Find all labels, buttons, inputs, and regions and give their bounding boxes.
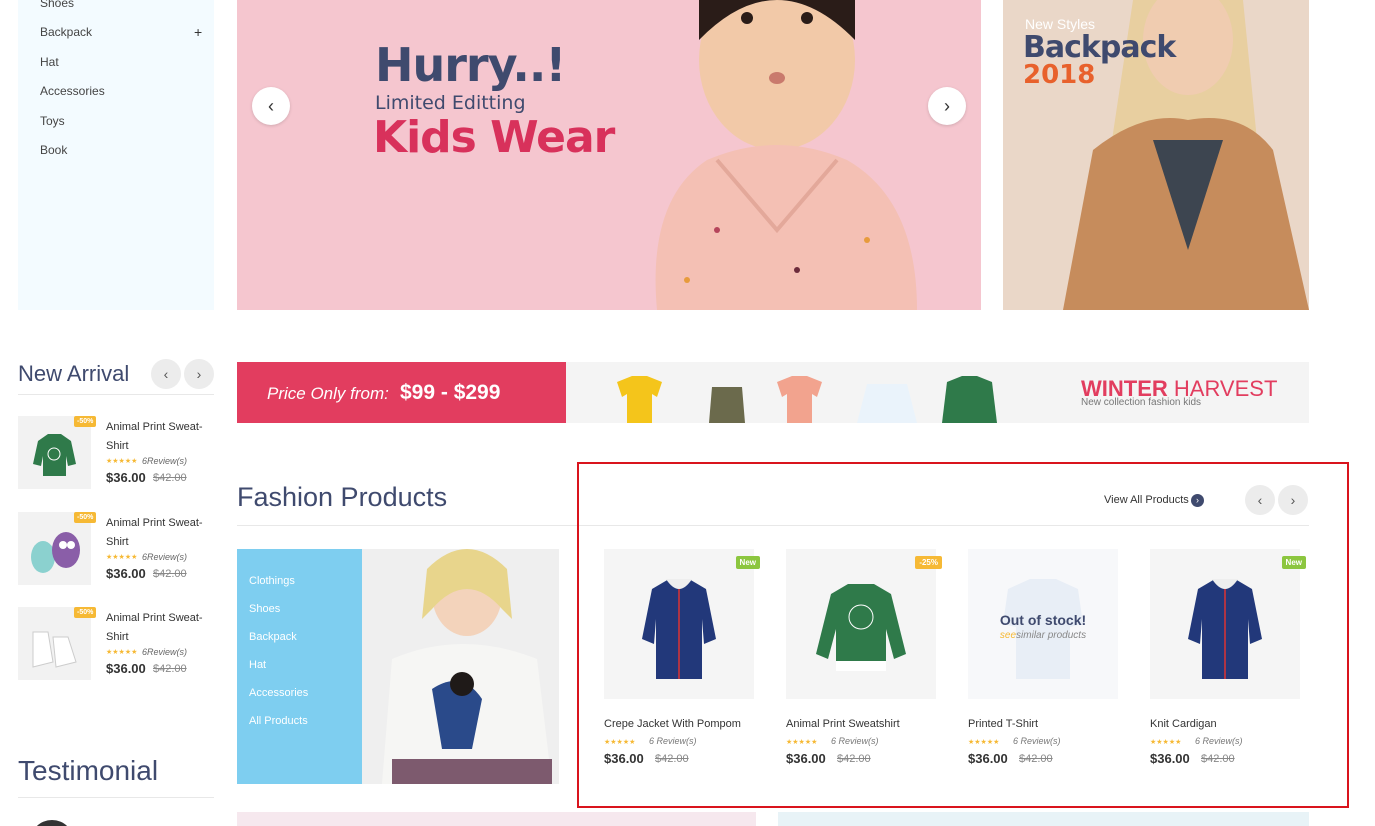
category-label: Hat bbox=[40, 55, 59, 69]
promo-price-range: $99 - $299 bbox=[400, 381, 501, 404]
testimonial-title: Testimonial bbox=[18, 755, 159, 786]
divider bbox=[18, 394, 214, 395]
category-item-book[interactable]: Book bbox=[40, 143, 67, 157]
old-price: $42.00 bbox=[153, 568, 187, 580]
fashion-category-hat[interactable]: Hat bbox=[249, 659, 266, 671]
category-label: Book bbox=[40, 143, 68, 157]
category-label: Toys bbox=[40, 114, 65, 128]
discount-badge: -50% bbox=[74, 512, 97, 523]
old-price: $42.00 bbox=[153, 472, 187, 484]
discount-badge: -50% bbox=[74, 607, 97, 618]
promo-label: Price Only from: bbox=[267, 384, 389, 403]
category-label: Accessories bbox=[40, 84, 105, 98]
bottom-banner-left[interactable] bbox=[237, 812, 756, 826]
selection-highlight-box bbox=[577, 462, 1349, 808]
new-arrival-item[interactable]: -50% Animal Print Sweat-Shirt ★★★★★ 6Rev… bbox=[18, 607, 214, 681]
banner-year: 2018 bbox=[1023, 60, 1096, 90]
category-item-accessories[interactable]: Accessories bbox=[40, 84, 105, 98]
chevron-left-icon: ‹ bbox=[163, 366, 169, 382]
product-name[interactable]: Animal Print Sweat-Shirt bbox=[106, 418, 214, 456]
review-count: 6Review(s) bbox=[142, 456, 188, 466]
star-rating-icon: ★★★★★ bbox=[106, 458, 138, 465]
promo-subtitle: New collection fashion kids bbox=[1081, 397, 1202, 408]
promo-price-panel: Price Only from: $99 - $299 bbox=[237, 362, 566, 423]
hero-title: Kids Wear bbox=[373, 112, 615, 163]
product-name[interactable]: Animal Print Sweat-Shirt bbox=[106, 609, 214, 647]
fashion-category-clothings[interactable]: Clothings bbox=[249, 575, 295, 587]
hero-slider[interactable]: Hurry..! Limited Editting Kids Wear ‹ › bbox=[237, 0, 981, 310]
avatar bbox=[30, 820, 74, 826]
new-arrival-title: New Arrival bbox=[18, 361, 130, 386]
review-count: 6Review(s) bbox=[142, 552, 188, 562]
new-arrival-prev-button[interactable]: ‹ bbox=[151, 359, 181, 389]
price-promo-banner[interactable]: Price Only from: $99 - $299 WINTER HARVE… bbox=[237, 362, 1309, 423]
category-label: Backpack bbox=[40, 25, 93, 39]
hero-prev-button[interactable]: ‹ bbox=[252, 87, 290, 125]
chevron-right-icon: › bbox=[944, 95, 950, 116]
fashion-category-list: Clothings Shoes Backpack Hat Accessories… bbox=[237, 549, 362, 784]
hero-subheadline: Limited Editting bbox=[375, 92, 526, 114]
category-sidebar: Shoes Backpack + Hat Accessories Toys Boo… bbox=[18, 0, 214, 310]
category-item-hat[interactable]: Hat bbox=[40, 55, 59, 69]
bottom-banner-right[interactable] bbox=[778, 812, 1309, 826]
fashion-products-title: Fashion Products bbox=[237, 482, 448, 512]
hero-next-button[interactable]: › bbox=[928, 87, 966, 125]
old-price: $42.00 bbox=[153, 663, 187, 675]
hero-headline: Hurry..! bbox=[375, 38, 566, 92]
product-name[interactable]: Animal Print Sweat-Shirt bbox=[106, 514, 214, 552]
review-count: 6Review(s) bbox=[142, 647, 188, 657]
category-label: Shoes bbox=[40, 0, 75, 10]
fashion-category-all-products[interactable]: All Products bbox=[249, 715, 308, 727]
fashion-feature-image[interactable] bbox=[362, 549, 559, 784]
category-item-shoes[interactable]: Shoes bbox=[40, 0, 74, 10]
new-arrival-item[interactable]: -50% Animal Print Sweat-Shirt ★★★★★ 6Rev… bbox=[18, 512, 214, 586]
category-item-backpack[interactable]: Backpack + bbox=[40, 24, 202, 40]
fashion-category-shoes[interactable]: Shoes bbox=[249, 603, 280, 615]
product-price: $36.00 bbox=[106, 470, 146, 485]
category-item-toys[interactable]: Toys bbox=[40, 114, 65, 128]
fashion-category-backpack[interactable]: Backpack bbox=[249, 631, 297, 643]
divider bbox=[18, 797, 214, 798]
product-price: $36.00 bbox=[106, 566, 146, 581]
chevron-left-icon: ‹ bbox=[268, 95, 274, 116]
hero-girl-image bbox=[655, 0, 917, 310]
clothes-hanger-image bbox=[617, 376, 997, 423]
star-rating-icon: ★★★★★ bbox=[106, 649, 138, 656]
backpack-banner[interactable]: New Styles Backpack 2018 bbox=[1003, 0, 1309, 310]
new-arrival-item[interactable]: -50% Animal Print Sweat-Shirt ★★★★★ 6Rev… bbox=[18, 416, 214, 490]
expand-plus-icon[interactable]: + bbox=[194, 24, 202, 40]
discount-badge: -50% bbox=[74, 416, 97, 427]
star-rating-icon: ★★★★★ bbox=[106, 554, 138, 561]
chevron-right-icon: › bbox=[196, 366, 202, 382]
new-arrival-next-button[interactable]: › bbox=[184, 359, 214, 389]
product-price: $36.00 bbox=[106, 661, 146, 676]
fashion-category-accessories[interactable]: Accessories bbox=[249, 687, 308, 699]
